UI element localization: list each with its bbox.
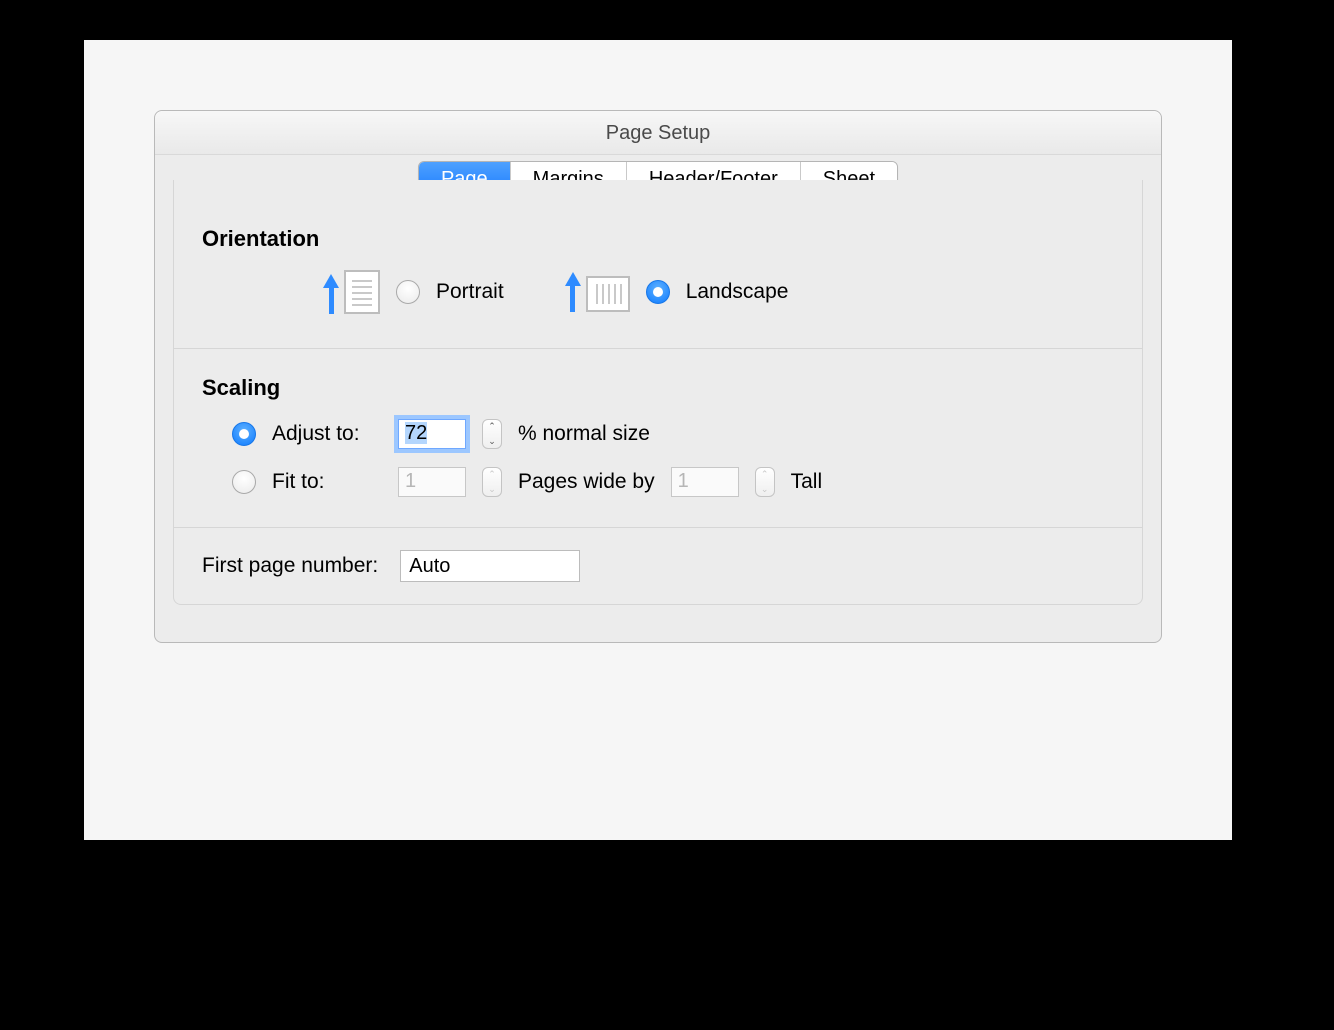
- chevron-up-icon: ⌃: [488, 422, 496, 431]
- page-portrait-icon: [344, 270, 380, 314]
- first-page-number-label: First page number:: [202, 554, 378, 578]
- page-setup-window: Page Setup Page Margins Header/Footer Sh…: [154, 110, 1162, 643]
- window-title: Page Setup: [155, 111, 1161, 155]
- chevron-down-icon: ⌄: [488, 437, 496, 446]
- chevron-up-icon: ⌃: [488, 470, 496, 479]
- scaling-adjust-row: Adjust to: 72 ⌃ ⌄ % normal size: [202, 419, 1114, 449]
- landscape-icon: [564, 272, 630, 312]
- portrait-icon: [322, 270, 380, 314]
- scaling-fit-row: Fit to: 1 ⌃ ⌄ Pages wide by 1 ⌃ ⌄ Tall: [202, 467, 1114, 497]
- fit-to-radio[interactable]: [232, 470, 256, 494]
- divider: [174, 527, 1142, 528]
- adjust-to-label: Adjust to:: [272, 422, 382, 446]
- adjust-to-stepper[interactable]: ⌃ ⌄: [482, 419, 502, 449]
- orientation-landscape-option: Landscape: [564, 272, 789, 312]
- orientation-group: Portrait Landscape: [202, 270, 1114, 314]
- page-landscape-icon: [586, 276, 630, 312]
- divider: [174, 348, 1142, 349]
- adjust-to-radio[interactable]: [232, 422, 256, 446]
- arrow-up-icon: [322, 274, 340, 314]
- chevron-up-icon: ⌃: [761, 470, 769, 479]
- fit-wide-input[interactable]: 1: [398, 467, 466, 497]
- fit-to-label: Fit to:: [272, 470, 382, 494]
- tab-panel-page: Orientation Portrait: [173, 180, 1143, 605]
- first-page-number-input[interactable]: [400, 550, 580, 582]
- fit-tall-input[interactable]: 1: [671, 467, 739, 497]
- fit-wide-stepper[interactable]: ⌃ ⌄: [482, 467, 502, 497]
- desktop-backdrop: Page Setup Page Margins Header/Footer Sh…: [84, 40, 1232, 840]
- landscape-radio[interactable]: [646, 280, 670, 304]
- chevron-down-icon: ⌄: [761, 485, 769, 494]
- fit-tall-stepper[interactable]: ⌃ ⌄: [755, 467, 775, 497]
- portrait-label: Portrait: [436, 280, 504, 304]
- adjust-to-suffix: % normal size: [518, 422, 650, 446]
- tall-label: Tall: [791, 470, 823, 494]
- orientation-portrait-option: Portrait: [322, 270, 504, 314]
- chevron-down-icon: ⌄: [488, 485, 496, 494]
- adjust-to-value-input[interactable]: 72: [398, 419, 466, 449]
- first-page-number-row: First page number:: [202, 550, 1114, 582]
- orientation-heading: Orientation: [202, 226, 1114, 252]
- arrow-up-icon: [564, 272, 582, 312]
- pages-wide-by-label: Pages wide by: [518, 470, 655, 494]
- landscape-label: Landscape: [686, 280, 789, 304]
- scaling-heading: Scaling: [202, 375, 1114, 401]
- portrait-radio[interactable]: [396, 280, 420, 304]
